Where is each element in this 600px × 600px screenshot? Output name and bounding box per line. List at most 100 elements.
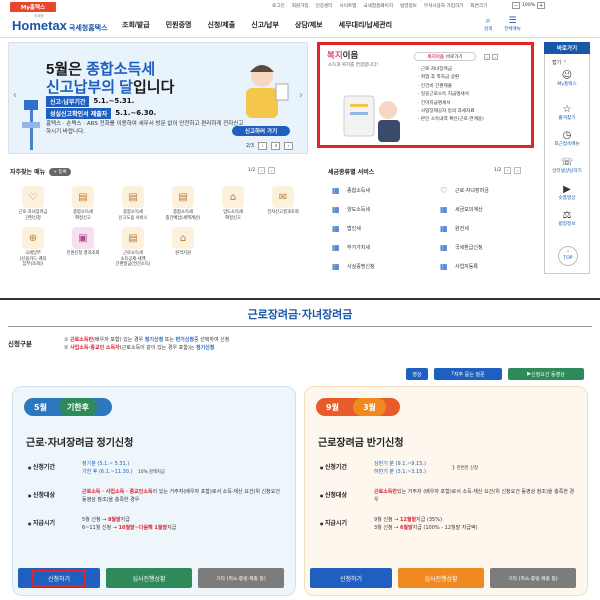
quick-item-label: 법령정보 [558,222,576,227]
refund-icon: ▦ [440,243,448,252]
nav-inquiry[interactable]: 조회/발급 [122,20,150,30]
services-prev-button[interactable]: ‹ [504,167,512,174]
banner-prev-button[interactable]: ‹ [258,142,268,150]
search-button[interactable]: ⌕ 검색 [484,16,492,32]
welfare-item[interactable]: 일용근로소득 지급명세서 [418,91,484,99]
frequent-add-button[interactable]: + 등록 [49,167,71,176]
banner-pager: 2/3 ‹ ॥ › [246,142,294,150]
nav-certificate[interactable]: 민원증명 [166,20,192,30]
frequent-item[interactable]: ⊕ 국세납부 (신용카드·계좌 납부(조회)) [8,227,58,268]
welfare-item[interactable]: 사업장제공자 등의 과세자료 [418,108,484,116]
nav-report[interactable]: 신고/납부 [251,20,279,30]
regular-pay-label: 지급시기 [28,518,55,527]
hometax-logo[interactable]: 국세청 Hometax 국세청홈택스 [12,14,108,33]
banner-confirm-row: 성실신고확인서 제출자 5.1.~6.30. [46,107,156,119]
frequent-item[interactable]: ▤ 근로소득세 소득공제·세액 간편발급(연간소득) [108,227,158,268]
service-item[interactable]: ▦ 세금모의계산 [440,205,540,214]
signup-link[interactable]: 회원가입 [292,3,309,9]
service-item[interactable]: ▦ 사실증명신청 [332,262,432,271]
regular-apply-button[interactable]: 신청하기 [18,568,100,588]
regular-status-button[interactable]: 심사진행상황 [106,568,192,588]
cert-center-link[interactable]: 인증센터 [316,3,333,9]
frequent-item[interactable]: ▣ 민원신청 결과조회 [58,227,108,268]
scroll-top-button[interactable]: ⌃ TOP [558,246,578,266]
welfare-item[interactable]: 근로·자녀장려금 [418,66,484,74]
nts-home-link[interactable]: 국세청홈페이지 [363,3,393,9]
my-hometax-tab[interactable]: My홈택스 [10,2,56,12]
zoom-out-button[interactable]: − [512,2,520,9]
menu-tile-label: 양도소득세 확정신고 [223,210,243,221]
menu-tile-icon: ▤ [122,186,144,208]
frequent-item[interactable]: ♡ 근로·자녀장려금 간편신청 [8,186,58,221]
half-etc-button[interactable]: 기타 (취소·증빙·제출 등) [490,568,576,588]
frequent-item[interactable]: ✉ 전자신고결과조회 [258,186,308,221]
frequent-item[interactable]: ▤ 종합소득세 확정신고 [58,186,108,221]
service-item[interactable]: ♡ 근로·자녀장려금 [440,186,540,195]
frequent-item[interactable]: ▤ 종합소득세 신고도움 서비스 [108,186,158,221]
quick-item-favorites[interactable]: ☆ 즐겨찾기 [544,104,590,121]
banner-next-button[interactable]: › [284,142,294,150]
welfare-next-button[interactable]: › [492,54,498,60]
regular-etc-button[interactable]: 기타 (취소·증빙·제출 등) [198,568,284,588]
zoom-in-button[interactable]: + [537,2,546,9]
welfare-prev-button[interactable]: ‹ [484,54,490,60]
service-item[interactable]: ▦ 원천세 [440,224,540,233]
menu-tile-label: 전자신고결과조회 [267,210,299,215]
banner-prev-arrow[interactable]: ‹ [10,88,20,102]
dept-user-link[interactable]: 부서사용자 가입하기 [424,3,464,9]
register-icon: ▦ [440,262,448,271]
apply-type-list: ① 근로소득만(배우자 포함) 있는 경우 정기신청 또는 반기신청중 선택하여… [64,336,229,352]
half-target-value: 근로소득만있는 거주자 (배우자 포함)로서 소득·재산 요건(위 신청요건 동… [374,489,575,503]
menu-tile-label: 민원신청 결과조회 [66,251,100,256]
service-item[interactable]: ▦ 부가가치세 [332,243,432,252]
regular-period-value: 정기분 (5.1.~ 5.31.) 기한 후 (6.1.~11.30.) 10%… [82,461,165,475]
sitemap-link[interactable]: 사이트맵 [340,3,357,9]
frequent-item[interactable]: ⌂ 양도소득세 확정신고 [208,186,258,221]
frequent-next-button[interactable]: › [268,167,276,174]
banner-next-arrow[interactable]: › [296,88,306,102]
nav-consult[interactable]: 상담/제보 [295,20,323,30]
regular-target-label: 신청대상 [28,490,55,499]
quick-links-toggle[interactable]: 접기 ⌃ [552,59,567,66]
video-button[interactable]: 영상 [406,368,428,380]
menu-tile-label: 근로소득세 소득공제·세액 간편발급(연간소득) [115,251,151,267]
quick-item-recent[interactable]: ◷ 최근접속메뉴 [544,130,590,147]
menu-tile-label: 종합소득세 신고도움 서비스 [118,210,148,221]
quick-item-shorts[interactable]: ▶ 숏폼영상 [544,184,590,201]
requirement-video-button[interactable]: ▶ 신청요건 동영상 [508,368,584,380]
welfare-item[interactable]: 간이지급명세서 [418,100,484,108]
quick-item-my-hometax[interactable]: ☺ My홈택스 [544,70,590,87]
faq-button[interactable]: ? 자주 묻는 질문 [434,368,502,380]
service-item[interactable]: ▦ 종합소득세 [332,186,432,195]
banner-pause-button[interactable]: ॥ [271,142,281,150]
service-item[interactable]: ▦ 법인세 [332,224,432,233]
frequent-item[interactable]: ▤ 종합소득세 종간예납(세액계산) [158,186,208,221]
frequent-pager: 1/2 ‹ › [248,167,276,174]
menu-tile-label: 국세납부 (신용카드·계좌 납부(조회)) [19,251,47,267]
half-target-label: 신청대상 [320,490,347,499]
menu-tile-icon: ⌂ [172,227,194,249]
frequent-page-count: 1/2 [248,168,256,173]
nav-agent[interactable]: 세무대리/납세관리 [339,20,392,30]
service-item[interactable]: ▦ 사업자등록 [440,262,540,271]
menu-tile-label: 종합소득세 종간예납(세액계산) [165,210,201,221]
all-menu-button[interactable]: ☰ 전체메뉴 [504,16,521,32]
welfare-shortcut-button[interactable]: 복지이음 바로가기 [414,52,476,61]
welfare-item[interactable]: 본인 소득내역 확인(근로·연계용) [418,116,484,124]
nav-apply[interactable]: 신청/제출 [207,20,235,30]
quick-item-consult[interactable]: ☏ 인터넷상담하기 [544,157,590,174]
service-item[interactable]: ▦ 국세환급신청 [440,243,540,252]
welfare-item[interactable]: 취업 후 학자금 상환 [418,74,484,82]
quick-item-law[interactable]: ⚖ 법령정보 [544,210,590,227]
frequent-prev-button[interactable]: ‹ [258,167,266,174]
services-next-button[interactable]: › [514,167,522,174]
half-apply-button[interactable]: 신청하기 [310,568,392,588]
law-info-link[interactable]: 법령정보 [400,3,417,9]
login-link[interactable]: 로그인 [272,3,285,9]
half-status-button[interactable]: 심사진행상황 [398,568,484,588]
frequent-item[interactable]: ⌂ 원격지원 [158,227,208,268]
service-item[interactable]: ▦ 양도소득세 [332,205,432,214]
half-period-pill: 9월 3월 [316,398,400,416]
banner-report-button[interactable]: 신고하러 가기 [232,126,290,136]
welfare-item[interactable]: 인건비 간편제출 [418,83,484,91]
